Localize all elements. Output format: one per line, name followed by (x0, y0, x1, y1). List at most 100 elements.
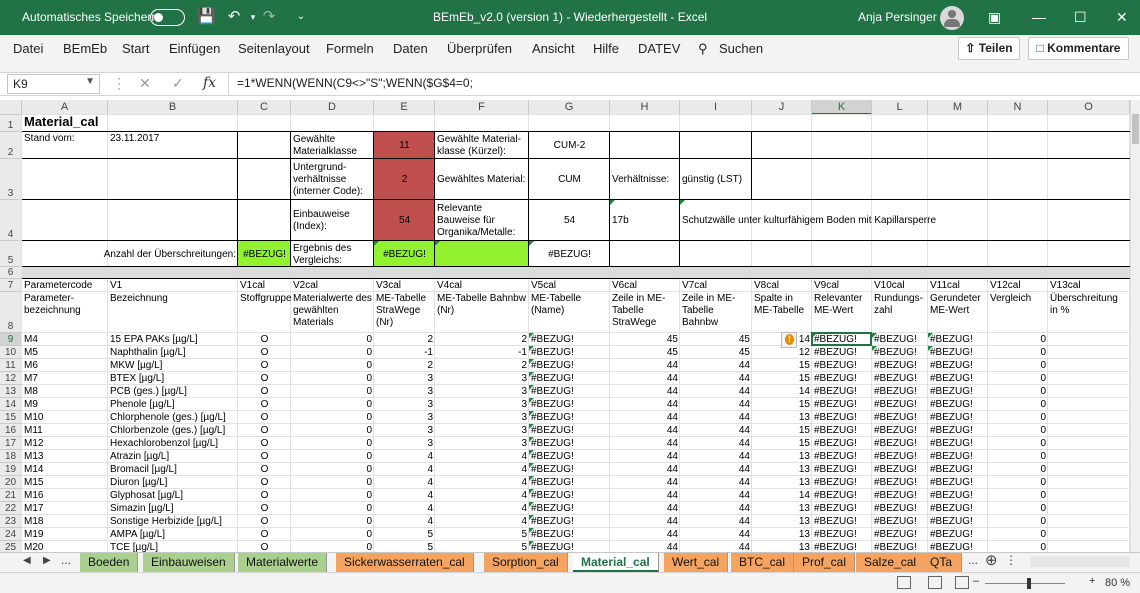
table-cell-code[interactable]: M8 (22, 385, 108, 398)
table-cell-g[interactable]: #BEZUG! (529, 437, 610, 450)
table-cell-k[interactable]: #BEZUG! (812, 359, 872, 372)
table-cell-f[interactable]: 4 (435, 502, 529, 515)
more-sheets-icon[interactable]: ... (61, 553, 71, 567)
table-header-code[interactable]: V13cal (1048, 279, 1130, 292)
minimize-icon[interactable]: — (1032, 9, 1046, 25)
zoom-out-icon[interactable]: – (973, 575, 979, 587)
table-cell-l[interactable]: #BEZUG! (872, 541, 928, 552)
table-cell-d[interactable]: 0 (291, 359, 374, 372)
table-header-code[interactable]: V9cal (812, 279, 872, 292)
table-header-label[interactable]: ME-Tabelle StraWege (Nr) (374, 292, 435, 333)
sheet-tab-salze_cal[interactable]: Salze_cal (856, 553, 926, 572)
column-header-j[interactable]: J (752, 100, 812, 115)
table-cell-name[interactable]: Atrazin [µg/L] (108, 450, 238, 463)
table-cell-f[interactable]: 3 (435, 424, 529, 437)
row-header-12[interactable]: 12 (0, 372, 22, 385)
table-cell-k[interactable]: #BEZUG! (812, 346, 872, 359)
formula-input[interactable]: =1*WENN(WENN(C9<>"S";WENN($G$4=0; (228, 73, 1128, 95)
table-cell-i[interactable]: 44 (680, 385, 752, 398)
table-header-code[interactable]: V6cal (610, 279, 680, 292)
row-header-9[interactable]: 9 (0, 333, 22, 346)
table-cell-j[interactable]: 15 (752, 359, 812, 372)
vertical-scrollbar[interactable] (1130, 100, 1140, 552)
table-cell-l[interactable]: #BEZUG! (872, 450, 928, 463)
table-cell-c[interactable]: O (238, 411, 291, 424)
table-cell-k[interactable]: #BEZUG! (812, 502, 872, 515)
table-cell-m[interactable]: #BEZUG! (928, 463, 988, 476)
sheet-tab-material_cal[interactable]: Material_cal (573, 553, 659, 572)
table-cell-f[interactable]: 2 (435, 359, 529, 372)
table-cell-i[interactable]: 44 (680, 489, 752, 502)
tab-hilfe[interactable]: Hilfe (593, 41, 619, 56)
table-cell-d[interactable]: 0 (291, 333, 374, 346)
table-cell-code[interactable]: M15 (22, 476, 108, 489)
table-cell-h[interactable]: 44 (610, 528, 680, 541)
table-cell-code[interactable]: M6 (22, 359, 108, 372)
table-cell-m[interactable]: #BEZUG! (928, 450, 988, 463)
table-cell-k[interactable]: #BEZUG! (812, 489, 872, 502)
table-cell-f[interactable]: -1 (435, 346, 529, 359)
sheet-title[interactable]: Material_cal (22, 115, 108, 132)
table-cell-h[interactable]: 44 (610, 359, 680, 372)
table-cell-h[interactable]: 44 (610, 411, 680, 424)
row-header-24[interactable]: 24 (0, 528, 22, 541)
table-cell-f[interactable]: 2 (435, 333, 529, 346)
column-header-l[interactable]: L (872, 100, 928, 115)
table-cell-g[interactable]: #BEZUG! (529, 450, 610, 463)
table-header-label[interactable]: ME-Tabelle (Name) (529, 292, 610, 333)
sheet-tab-einbauweisen[interactable]: Einbauweisen (143, 553, 235, 572)
table-cell-n[interactable]: 0 (988, 372, 1048, 385)
column-header-g[interactable]: G (529, 100, 610, 115)
table-cell-e[interactable]: 2 (374, 333, 435, 346)
table-cell-n[interactable]: 0 (988, 489, 1048, 502)
table-cell-l[interactable]: #BEZUG! (872, 346, 928, 359)
table-cell-n[interactable]: 0 (988, 333, 1048, 346)
user-name[interactable]: Anja Persinger (858, 10, 937, 24)
table-cell-j[interactable]: 13 (752, 541, 812, 552)
value-material[interactable]: CUM (529, 159, 610, 200)
tab-datev[interactable]: DATEV (638, 41, 680, 56)
table-cell-k[interactable]: #BEZUG! (812, 541, 872, 552)
zoom-slider-thumb[interactable] (1027, 578, 1031, 589)
table-cell-j[interactable]: 13 (752, 502, 812, 515)
share-button[interactable]: ⇧ Teilen (958, 37, 1020, 60)
table-cell-m[interactable]: #BEZUG! (928, 528, 988, 541)
table-cell-code[interactable]: M5 (22, 346, 108, 359)
table-cell-m[interactable]: #BEZUG! (928, 424, 988, 437)
table-cell-code[interactable]: M19 (22, 528, 108, 541)
table-cell-l[interactable]: #BEZUG! (872, 398, 928, 411)
sheet-tab-sickerwasserraten_cal[interactable]: Sickerwasserraten_cal (336, 553, 474, 572)
table-cell-g[interactable]: #BEZUG! (529, 424, 610, 437)
table-cell-f[interactable]: 4 (435, 476, 529, 489)
table-cell-c[interactable]: O (238, 398, 291, 411)
table-cell-m[interactable]: #BEZUG! (928, 489, 988, 502)
column-header-m[interactable]: M (928, 100, 988, 115)
table-cell-m[interactable]: #BEZUG! (928, 333, 988, 346)
label-ueberschreitungen[interactable]: Anzahl der Überschreitungen: (104, 241, 238, 267)
table-cell-k[interactable]: #BEZUG! (812, 528, 872, 541)
scroll-thumb[interactable] (1132, 114, 1139, 144)
table-cell-l[interactable]: #BEZUG! (872, 515, 928, 528)
table-cell-i[interactable]: 45 (680, 346, 752, 359)
sheet-tab-sorption_cal[interactable]: Sorption_cal (484, 553, 568, 572)
value-ueberschreitungen[interactable]: #BEZUG! (238, 241, 291, 267)
table-cell-l[interactable]: #BEZUG! (872, 437, 928, 450)
table-cell-n[interactable]: 0 (988, 346, 1048, 359)
table-cell-k[interactable]: #BEZUG! (812, 372, 872, 385)
table-cell-n[interactable]: 0 (988, 502, 1048, 515)
table-cell-g[interactable]: #BEZUG! (529, 489, 610, 502)
table-cell-j[interactable]: 15 (752, 424, 812, 437)
zoom-slider[interactable] (985, 583, 1065, 584)
table-cell-f[interactable]: 4 (435, 450, 529, 463)
table-cell-k[interactable]: #BEZUG! (812, 476, 872, 489)
table-cell-h[interactable]: 44 (610, 398, 680, 411)
table-header-code[interactable]: V7cal (680, 279, 752, 292)
column-header-c[interactable]: C (238, 100, 291, 115)
search-label[interactable]: Suchen (719, 41, 763, 56)
table-cell-m[interactable]: #BEZUG! (928, 502, 988, 515)
tab-split-icon[interactable]: ⋮ (1005, 553, 1017, 567)
table-cell-c[interactable]: O (238, 424, 291, 437)
table-cell-g[interactable]: #BEZUG! (529, 541, 610, 552)
table-header-label[interactable]: Rundungs-zahl (872, 292, 928, 333)
table-cell-n[interactable]: 0 (988, 398, 1048, 411)
